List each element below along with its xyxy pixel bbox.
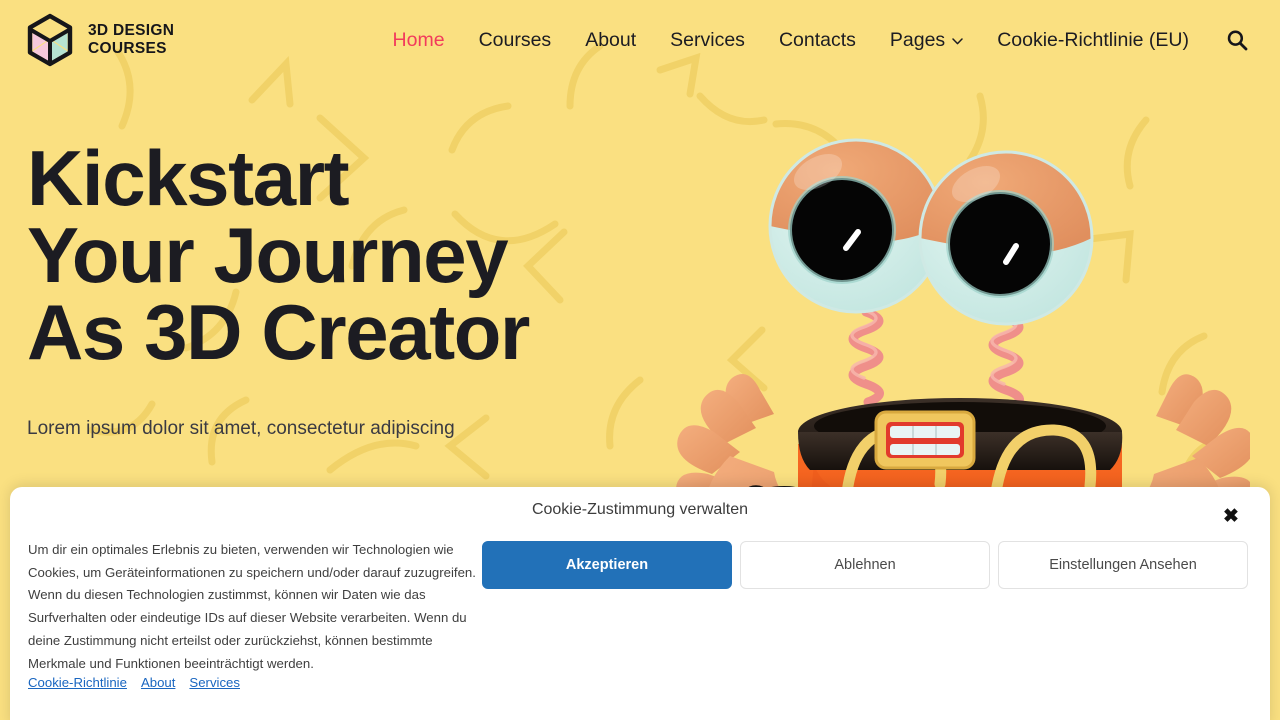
site-header: 3D DESIGN COURSES Home Courses About Ser… <box>0 0 1280 80</box>
cookie-link-services[interactable]: Services <box>189 675 240 690</box>
character-right-eye <box>918 150 1094 326</box>
character-left-eye <box>768 138 944 314</box>
accept-cookies-button[interactable]: Akzeptieren <box>482 541 732 589</box>
cookie-consent-banner: Cookie-Zustimmung verwalten ✖ Um dir ein… <box>10 487 1270 720</box>
hero-subtitle: Lorem ipsum dolor sit amet, consectetur … <box>27 417 455 439</box>
hero-title: Kickstart Your Journey As 3D Creator <box>27 134 530 377</box>
nav-label-about: About <box>585 28 637 51</box>
cookie-link-cookie-richtlinie[interactable]: Cookie-Richtlinie <box>28 675 127 690</box>
cookie-banner-links: Cookie-Richtlinie About Services <box>28 675 240 690</box>
cube-icon <box>27 13 73 67</box>
nav-label-services: Services <box>670 28 745 51</box>
brand-name: 3D DESIGN COURSES <box>88 21 175 57</box>
search-icon <box>1227 30 1248 51</box>
cookie-banner-description: Um dir ein optimales Erlebnis zu bieten,… <box>28 542 476 671</box>
search-button[interactable] <box>1222 25 1252 55</box>
cookie-banner-actions: Akzeptieren Ablehnen Einstellungen Anseh… <box>482 541 1248 589</box>
nav-item-services[interactable]: Services <box>653 29 762 52</box>
nav-item-contacts[interactable]: Contacts <box>762 29 873 52</box>
nav-item-home[interactable]: Home <box>376 29 462 52</box>
main-navigation: Home Courses About Services Contacts Pag… <box>376 25 1256 55</box>
nav-item-cookie-richtlinie[interactable]: Cookie-Richtlinie (EU) <box>980 29 1206 52</box>
chevron-down-icon <box>952 38 963 45</box>
nav-label-courses: Courses <box>478 28 552 51</box>
view-preferences-button[interactable]: Einstellungen Ansehen <box>998 541 1248 589</box>
nav-label-cookie-richtlinie: Cookie-Richtlinie (EU) <box>997 28 1189 51</box>
deny-cookies-button[interactable]: Ablehnen <box>740 541 990 589</box>
nav-item-pages[interactable]: Pages <box>873 29 980 52</box>
nav-item-courses[interactable]: Courses <box>462 29 569 52</box>
nav-label-contacts: Contacts <box>778 28 856 51</box>
brand-logo[interactable]: 3D DESIGN COURSES <box>26 13 174 67</box>
character-eye-springs <box>848 307 1024 413</box>
hero-copy: Kickstart Your Journey As 3D Creator Lor… <box>27 134 647 443</box>
nav-label-pages: Pages <box>889 28 946 51</box>
nav-item-about[interactable]: About <box>568 29 653 52</box>
nav-label-home: Home <box>392 28 445 51</box>
cookie-banner-title: Cookie-Zustimmung verwalten <box>531 501 749 518</box>
cookie-link-about[interactable]: About <box>141 675 175 690</box>
close-icon[interactable]: ✖ <box>1218 503 1244 529</box>
